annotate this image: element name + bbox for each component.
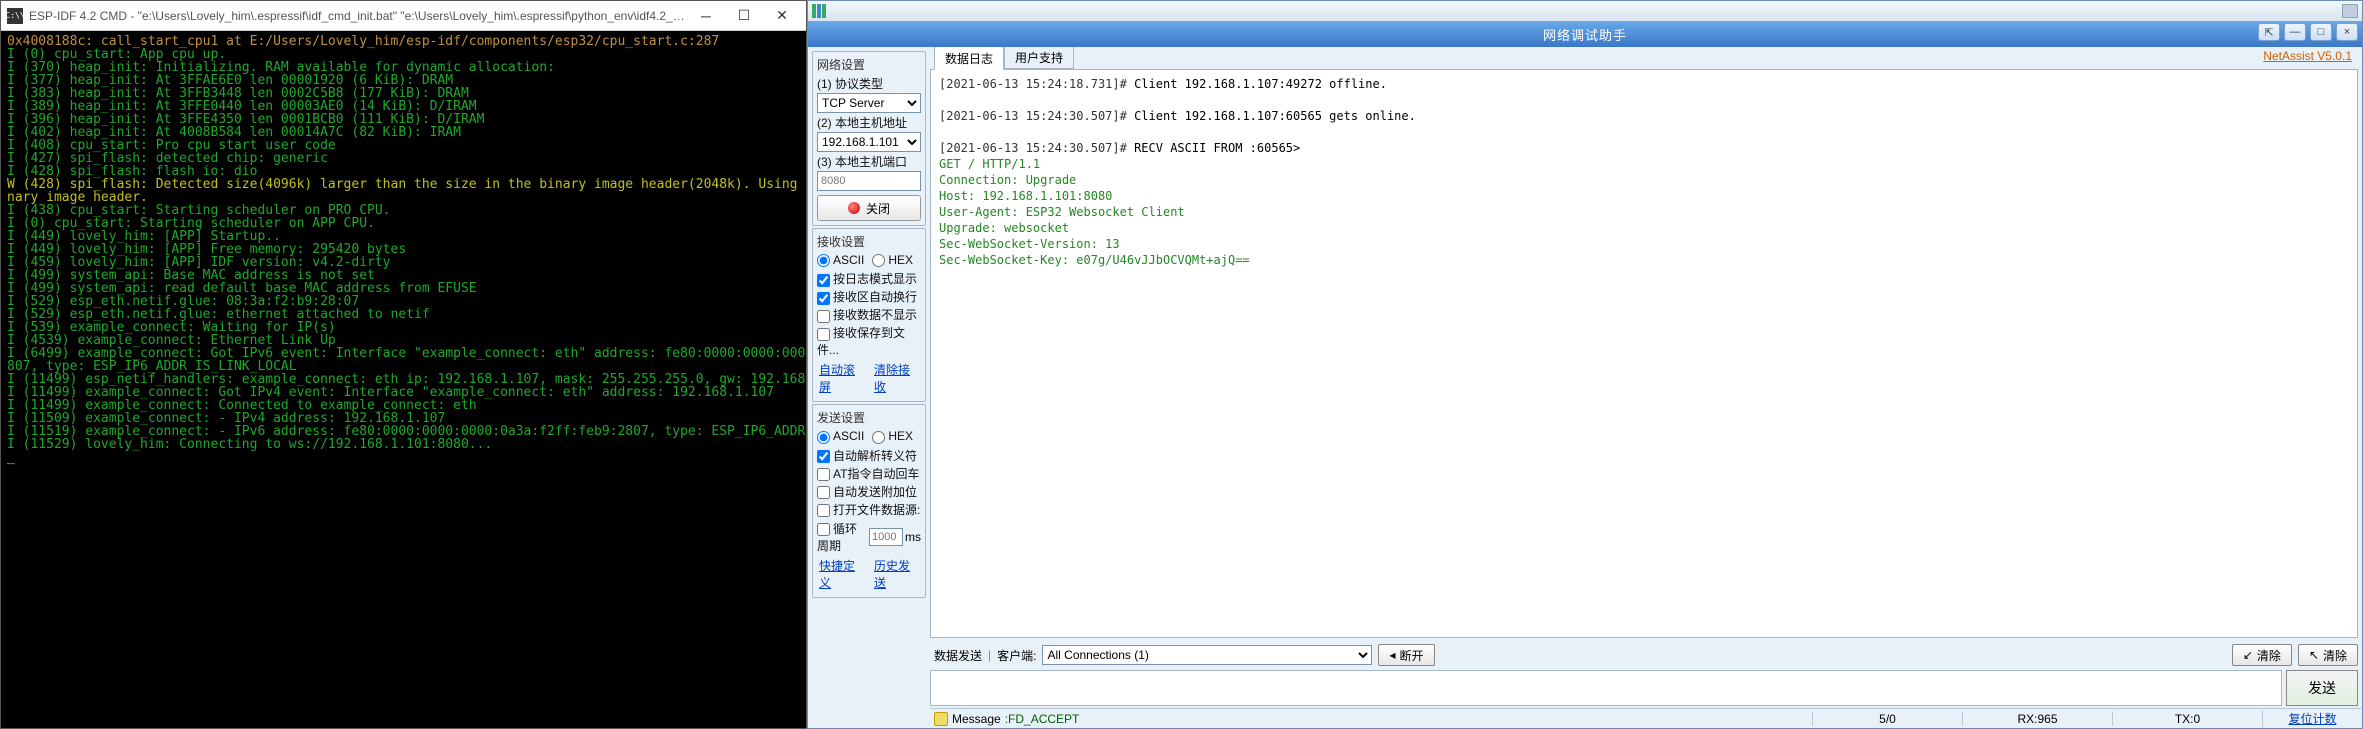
clear-recv-link[interactable]: 清除接收 — [874, 361, 919, 395]
send-settings-group: 发送设置 ASCII HEX 自动解析转义符 AT指令自动回车 自动发送附加位 … — [812, 404, 926, 597]
maximize-button[interactable]: ☐ — [726, 4, 762, 28]
reset-counter-link[interactable]: 复位计数 — [2262, 710, 2362, 727]
tab-datalog[interactable]: 数据日志 — [934, 47, 1004, 70]
close-button[interactable]: × — [2336, 23, 2358, 41]
send-cycle-check[interactable]: 循环周期 — [817, 520, 867, 554]
recv-autowrap-check[interactable]: 接收区自动换行 — [817, 288, 921, 305]
send-atcr-check[interactable]: AT指令自动回车 — [817, 465, 921, 482]
send-button[interactable]: 发送 — [2286, 670, 2358, 706]
main-area: 数据日志 用户支持 NetAssist V5.0.1 [2021-06-13 1… — [930, 47, 2362, 728]
recv-nodisplay-check[interactable]: 接收数据不显示 — [817, 306, 921, 323]
history-link[interactable]: 历史发送 — [874, 557, 919, 591]
terminal-title: ESP-IDF 4.2 CMD - "e:\Users\Lovely_him\.… — [29, 9, 688, 23]
app-icon — [812, 4, 828, 18]
group-title: 发送设置 — [817, 409, 921, 426]
maximize-button[interactable]: □ — [2310, 23, 2332, 41]
client-select[interactable]: All Connections (1) — [1042, 645, 1372, 665]
cycle-unit: ms — [905, 530, 921, 544]
send-textbox[interactable] — [930, 670, 2282, 706]
status-msg-prefix: Message — [952, 712, 1001, 726]
terminal-body[interactable]: 0x4008188c: call_start_cpu1 at E:/Users/… — [1, 31, 806, 728]
status-tx: TX:0 — [2112, 712, 2262, 726]
status-bar: Message :FD_ACCEPT 5/0 RX:965 TX:0 复位计数 — [930, 708, 2362, 728]
terminal-titlebar[interactable]: C:\\ ESP-IDF 4.2 CMD - "e:\Users\Lovely_… — [1, 1, 806, 31]
group-title: 接收设置 — [817, 233, 921, 250]
send-toolbar: 数据发送 | 客户端: All Connections (1) ◂ 断开 ↙ 清… — [930, 640, 2362, 670]
recv-hex-radio[interactable]: HEX — [872, 253, 913, 267]
version-link[interactable]: NetAssist V5.0.1 — [2263, 49, 2352, 63]
recv-ascii-radio[interactable]: ASCII — [817, 253, 864, 267]
clear-right-button[interactable]: ↖ 清除 — [2298, 644, 2358, 666]
group-title: 网络设置 — [817, 56, 921, 73]
tab-support[interactable]: 用户支持 — [1004, 47, 1074, 69]
close-button[interactable]: ✕ — [764, 4, 800, 28]
status-msg: :FD_ACCEPT — [1005, 712, 1080, 726]
app-titlebar[interactable]: 网络调试助手 ⇱ — □ × — [808, 21, 2362, 47]
autoscroll-link[interactable]: 自动滚屏 — [819, 361, 864, 395]
log-view[interactable]: [2021-06-13 15:24:18.731]# Client 192.16… — [930, 69, 2358, 638]
port-input[interactable] — [817, 171, 921, 191]
minimize-button[interactable]: ─ — [688, 4, 724, 28]
status-dot-icon — [848, 202, 860, 214]
send-openfile-check[interactable]: 打开文件数据源: — [817, 501, 921, 518]
menubar[interactable] — [808, 1, 2362, 21]
send-ascii-radio[interactable]: ASCII — [817, 429, 864, 443]
network-settings-group: 网络设置 (1) 协议类型 TCP Server (2) 本地主机地址 192.… — [812, 51, 926, 226]
proto-select[interactable]: TCP Server — [817, 93, 921, 113]
status-rx: RX:965 — [1962, 712, 2112, 726]
host-label: (2) 本地主机地址 — [817, 114, 921, 131]
label-client: 客户端: — [997, 647, 1036, 664]
host-select[interactable]: 192.168.1.101 — [817, 132, 921, 152]
terminal-window: C:\\ ESP-IDF 4.2 CMD - "e:\Users\Lovely_… — [0, 0, 807, 729]
send-hex-radio[interactable]: HEX — [872, 429, 913, 443]
send-escape-check[interactable]: 自动解析转义符 — [817, 447, 921, 464]
proto-label: (1) 协议类型 — [817, 75, 921, 92]
recv-savefile-check[interactable]: 接收保存到文件... — [817, 324, 921, 358]
status-txcount: 5/0 — [1812, 712, 1962, 726]
cycle-value-input[interactable] — [869, 528, 903, 546]
tab-bar: 数据日志 用户支持 NetAssist V5.0.1 — [930, 47, 2362, 69]
disconnect-button[interactable]: ◂ 断开 — [1378, 644, 1434, 666]
shortcut-link[interactable]: 快捷定义 — [819, 557, 864, 591]
close-connection-button[interactable]: 关闭 — [817, 195, 921, 221]
pin-button[interactable]: ⇱ — [2258, 23, 2280, 41]
port-label: (3) 本地主机端口 — [817, 153, 921, 170]
minimize-button[interactable]: — — [2284, 23, 2306, 41]
recv-settings-group: 接收设置 ASCII HEX 按日志模式显示 接收区自动换行 接收数据不显示 接… — [812, 228, 926, 402]
send-appendcheck-check[interactable]: 自动发送附加位 — [817, 483, 921, 500]
clear-left-button[interactable]: ↙ 清除 — [2232, 644, 2292, 666]
settings-panel: 网络设置 (1) 协议类型 TCP Server (2) 本地主机地址 192.… — [808, 47, 930, 728]
app-title: 网络调试助手 — [1543, 25, 1627, 44]
recv-logmode-check[interactable]: 按日志模式显示 — [817, 270, 921, 287]
netassist-window: 网络调试助手 ⇱ — □ × 网络设置 (1) 协议类型 TCP Server … — [807, 0, 2363, 729]
status-icon — [934, 712, 948, 726]
toolbar-icon-1[interactable] — [2342, 4, 2358, 18]
label-datasend: 数据发送 — [934, 647, 982, 664]
cmd-icon: C:\\ — [7, 8, 23, 24]
